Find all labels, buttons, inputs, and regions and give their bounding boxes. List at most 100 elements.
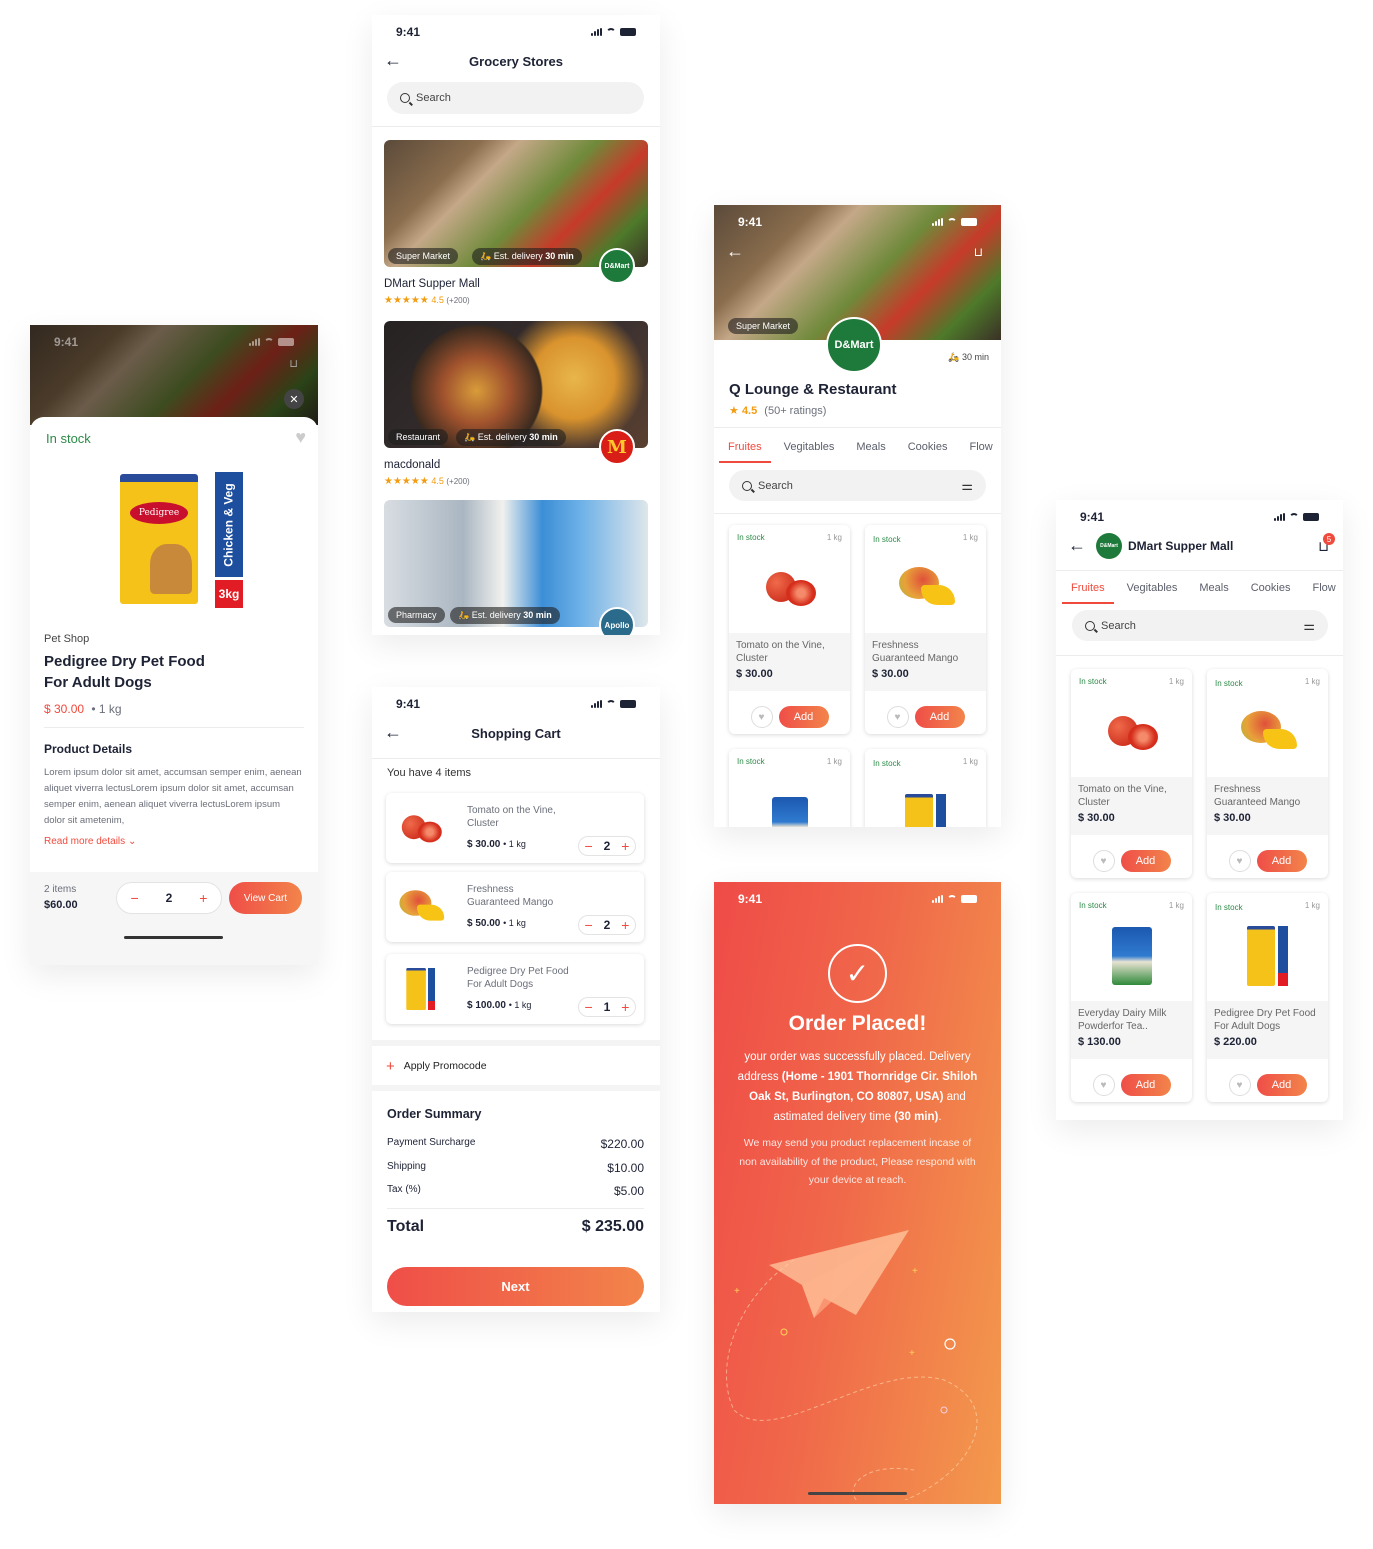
order-placed-title: Order Placed! xyxy=(788,1012,927,1035)
quantity-stepper[interactable]: −2 + xyxy=(578,836,636,856)
signal-icon xyxy=(591,28,602,36)
tab-flow[interactable]: Flow xyxy=(960,441,1001,463)
total-label: Total xyxy=(387,1218,425,1235)
increment-button[interactable]: + xyxy=(621,838,629,854)
tab-flow[interactable]: Flow xyxy=(1303,582,1343,604)
cart-item: Pedigree Dry Pet Food For Adult Dogs $ 10… xyxy=(386,954,644,1024)
delivery-scooter-icon: 🛵 xyxy=(464,432,476,442)
pedigree-bag: Pedigree xyxy=(120,474,198,604)
filter-sliders-icon[interactable]: ⚌ xyxy=(1303,618,1315,634)
tab-vegitables[interactable]: Vegitables xyxy=(1118,582,1187,604)
product-card[interactable]: In stock 1 kg Tomato on the Vine, Cluster $… xyxy=(729,525,850,734)
search-input[interactable]: Search xyxy=(387,82,644,114)
favorite-heart-icon[interactable]: ♥ xyxy=(886,706,909,728)
decor-circle xyxy=(944,1338,956,1350)
tab-meals[interactable]: Meals xyxy=(1190,582,1237,604)
product-sheet: In stock ♥ Pedigree Chicken & Veg 3kg Pe… xyxy=(30,417,318,872)
status-time: 9:41 xyxy=(396,25,421,39)
store-category-badge: Super Market xyxy=(388,248,459,264)
view-cart-button[interactable]: View Cart xyxy=(229,882,302,914)
next-button[interactable]: Next xyxy=(387,1267,644,1306)
svg-text:+: + xyxy=(734,1286,740,1297)
product-title: Pedigree Dry Pet Food For Adult Dogs xyxy=(44,653,205,691)
product-image xyxy=(729,545,850,630)
product-card[interactable]: In stock 1 kg Pedigree Dry Pet Food For Ad… xyxy=(1207,893,1328,1102)
product-card[interactable]: In stock 1 kg Tomato on the Vine, Cluster $… xyxy=(1071,669,1192,878)
svg-text:+: + xyxy=(909,1348,915,1359)
favorite-heart-icon[interactable]: ♥ xyxy=(750,706,773,728)
search-input[interactable]: Search ⚌ xyxy=(729,470,986,501)
quantity-stepper[interactable]: − 2 + xyxy=(116,882,222,914)
decor-circle xyxy=(780,1328,788,1336)
product-description: Lorem ipsum dolor sit amet, accumsan sem… xyxy=(44,767,302,826)
divider xyxy=(372,1040,660,1046)
add-button[interactable]: Add xyxy=(778,706,829,728)
favorite-heart-icon[interactable]: ♥ xyxy=(295,427,306,448)
close-button[interactable]: ✕ xyxy=(284,389,304,409)
tab-meals[interactable]: Meals xyxy=(847,441,894,463)
wifi-icon xyxy=(606,28,616,36)
store-logo: M xyxy=(599,429,635,465)
apply-promocode-button[interactable]: + Apply Promocode xyxy=(386,1058,487,1075)
product-card[interactable]: In stock 1 kg xyxy=(865,749,986,827)
product-unit: • 1 kg xyxy=(91,702,122,716)
category-tabs: Fruites Vegitables Meals Cookies Flow xyxy=(719,441,1001,463)
divider xyxy=(714,427,1001,428)
quantity-stepper[interactable]: −2 + xyxy=(578,915,636,935)
decrement-button[interactable]: − xyxy=(584,917,592,933)
order-placed-screen: 9:41 ✓ Order Placed! your order was succ… xyxy=(714,882,1001,1504)
quantity-stepper[interactable]: −1 + xyxy=(578,997,636,1017)
add-button[interactable]: Add xyxy=(914,706,965,728)
tab-cookies[interactable]: Cookies xyxy=(1242,582,1300,604)
add-button[interactable]: Add xyxy=(1120,850,1171,872)
divider xyxy=(44,727,304,728)
increment-button[interactable]: + xyxy=(199,890,207,906)
store-card[interactable]: Pharmacy 🛵 Est. delivery 30 min Apollo xyxy=(384,500,648,635)
product-card[interactable]: In stock 1 kg Everyday Dairy Milk Powderfo… xyxy=(1071,893,1192,1102)
order-message: your order was successfully placed. Deli… xyxy=(737,1051,978,1123)
favorite-heart-icon[interactable]: ♥ xyxy=(1092,850,1115,872)
cart-button[interactable]: ⊔ 5 xyxy=(1318,533,1335,555)
back-arrow-icon[interactable]: ← xyxy=(1068,535,1086,556)
divider xyxy=(1056,570,1343,571)
favorite-heart-icon[interactable]: ♥ xyxy=(1228,850,1251,872)
shopping-cart-screen: 9:41 ← Shopping Cart You have 4 items To… xyxy=(372,687,660,1312)
grocery-stores-screen: 9:41 ← Grocery Stores Search Super Marke… xyxy=(372,15,660,635)
store-category-badge: Super Market xyxy=(728,318,799,334)
cart-icon[interactable]: ⊔ xyxy=(289,357,298,370)
product-card[interactable]: In stock 1 kg Freshness Guaranteed Mango $ … xyxy=(865,525,986,734)
store-card[interactable]: Super Market 🛵 Est. delivery 30 min D&Ma… xyxy=(384,140,648,310)
decrement-button[interactable]: − xyxy=(584,838,592,854)
total-row: Total $ 235.00 xyxy=(387,1218,644,1236)
increment-button[interactable]: + xyxy=(621,999,629,1015)
tab-vegitables[interactable]: Vegitables xyxy=(775,441,844,463)
store-logo: Apollo xyxy=(599,607,635,635)
store-card[interactable]: Restaurant 🛵 Est. delivery 30 min M macd… xyxy=(384,321,648,491)
search-input[interactable]: Search ⚌ xyxy=(1072,610,1328,641)
favorite-heart-icon[interactable]: ♥ xyxy=(1228,1074,1251,1096)
product-card[interactable]: In stock 1 kg xyxy=(729,749,850,827)
page-title: Shopping Cart xyxy=(471,726,561,741)
increment-button[interactable]: + xyxy=(621,917,629,933)
read-more-link[interactable]: Read more details ⌄ xyxy=(44,836,136,847)
add-button[interactable]: Add xyxy=(1256,1074,1307,1096)
decor-circle xyxy=(940,1406,948,1414)
search-icon xyxy=(1085,620,1095,631)
tab-cookies[interactable]: Cookies xyxy=(899,441,957,463)
back-arrow-icon[interactable]: ← xyxy=(726,241,744,262)
divider xyxy=(372,126,660,127)
paper-plane-illustration: + + + xyxy=(726,1230,978,1500)
decrement-button[interactable]: − xyxy=(584,999,592,1015)
tab-fruites[interactable]: Fruites xyxy=(719,441,771,463)
cart-icon[interactable]: ⊔ xyxy=(974,245,983,259)
wifi-icon xyxy=(947,895,957,903)
summary-row: Tax (%) $5.00 xyxy=(387,1184,644,1198)
add-button[interactable]: Add xyxy=(1120,1074,1171,1096)
price-line: $ 30.00 • 1 kg xyxy=(44,702,122,716)
favorite-heart-icon[interactable]: ♥ xyxy=(1092,1074,1115,1096)
decrement-button[interactable]: − xyxy=(130,890,138,906)
add-button[interactable]: Add xyxy=(1256,850,1307,872)
product-card[interactable]: In stock 1 kg Freshness Guaranteed Mango $ … xyxy=(1207,669,1328,878)
filter-sliders-icon[interactable]: ⚌ xyxy=(961,478,973,494)
tab-fruites[interactable]: Fruites xyxy=(1062,582,1114,604)
